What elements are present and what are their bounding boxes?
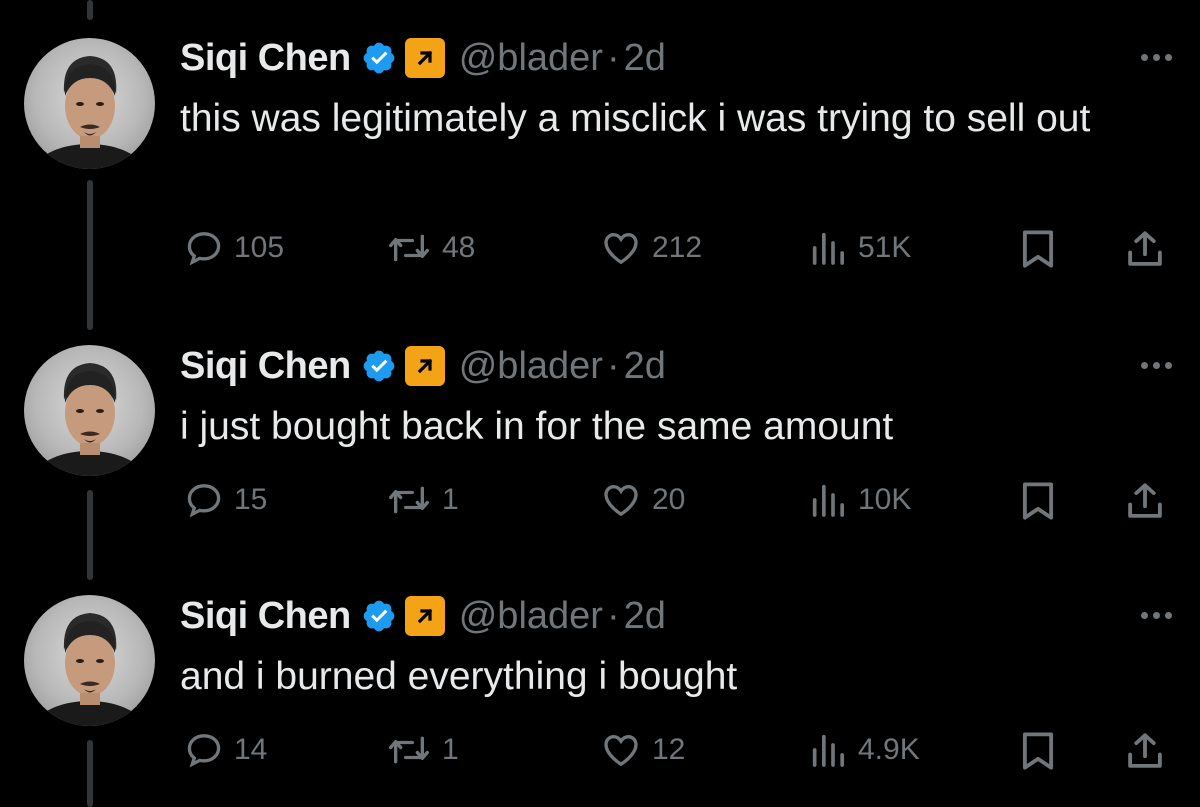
repost-button[interactable]: 1: [386, 480, 459, 520]
bookmark-button[interactable]: [1020, 480, 1056, 522]
share-icon: [1128, 231, 1162, 266]
repost-icon: [388, 486, 429, 514]
reply-icon: [187, 232, 221, 266]
separator: ·: [606, 344, 620, 387]
affiliate-arrow-icon[interactable]: [404, 596, 445, 636]
views-button[interactable]: 10K: [808, 480, 911, 520]
thread-line: [87, 0, 93, 20]
like-count: 20: [652, 483, 686, 516]
bookmark-button[interactable]: [1020, 228, 1056, 270]
views-count: 51K: [858, 231, 912, 264]
tweet-header: Siqi Chen @blader · 2d: [180, 592, 666, 640]
repost-count: 48: [442, 231, 476, 264]
avatar-image: [32, 56, 146, 169]
bookmark-button[interactable]: [1020, 730, 1056, 772]
tweet-text: i just bought back in for the same amoun…: [180, 405, 894, 448]
tweet-header: Siqi Chen @blader · 2d: [180, 34, 666, 82]
reply-icon: [187, 734, 221, 768]
more-icon[interactable]: [1141, 54, 1172, 61]
bookmark-icon: [1022, 230, 1054, 268]
action-bar: 105 48 212 51K: [0, 228, 1200, 268]
share-button[interactable]: [1124, 480, 1166, 522]
views-icon: [812, 232, 844, 265]
more-icon[interactable]: [1141, 362, 1172, 369]
share-button[interactable]: [1124, 228, 1166, 270]
share-icon: [1128, 483, 1162, 518]
repost-count: 1: [442, 733, 459, 766]
bookmark-icon: [1022, 482, 1054, 520]
share-icon: [1128, 733, 1162, 768]
affiliate-arrow-icon[interactable]: [404, 38, 445, 78]
bookmark-icon: [1022, 732, 1054, 770]
views-button[interactable]: 4.9K: [808, 730, 920, 770]
share-button[interactable]: [1124, 730, 1166, 772]
repost-icon: [388, 736, 429, 764]
like-button[interactable]: 12: [600, 730, 685, 770]
tweet-header: Siqi Chen @blader · 2d: [180, 342, 666, 390]
reply-button[interactable]: 15: [184, 480, 267, 520]
more-icon[interactable]: [1141, 612, 1172, 619]
like-button[interactable]: 212: [600, 228, 702, 268]
avatar-image: [32, 363, 146, 476]
like-count: 12: [652, 733, 686, 766]
action-bar: 15 1 20 10K: [0, 480, 1200, 520]
separator: ·: [606, 594, 620, 637]
timestamp[interactable]: 2d: [624, 37, 666, 80]
handle[interactable]: @blader: [459, 345, 603, 388]
views-icon: [812, 734, 844, 767]
verified-badge-icon[interactable]: [361, 348, 397, 384]
affiliate-arrow-icon[interactable]: [404, 346, 445, 386]
verified-badge-icon[interactable]: [361, 598, 397, 634]
like-icon: [604, 484, 638, 517]
like-icon: [604, 232, 638, 265]
reply-button[interactable]: 105: [184, 228, 284, 268]
like-button[interactable]: 20: [600, 480, 685, 520]
reply-count: 14: [234, 733, 268, 766]
timestamp[interactable]: 2d: [624, 345, 666, 388]
reply-count: 105: [234, 231, 285, 264]
views-button[interactable]: 51K: [808, 228, 911, 268]
reply-icon: [187, 484, 221, 518]
repost-count: 1: [442, 483, 459, 516]
views-count: 10K: [858, 483, 912, 516]
display-name[interactable]: Siqi Chen: [180, 345, 351, 388]
separator: ·: [606, 36, 620, 79]
views-count: 4.9K: [858, 733, 920, 766]
verified-badge-icon[interactable]: [361, 40, 397, 76]
display-name[interactable]: Siqi Chen: [180, 595, 351, 638]
timestamp[interactable]: 2d: [624, 595, 666, 638]
handle[interactable]: @blader: [459, 37, 603, 80]
views-icon: [812, 484, 844, 517]
reply-button[interactable]: 14: [184, 730, 267, 770]
tweet-text: this was legitimately a misclick i was t…: [180, 97, 1091, 140]
tweet-text: and i burned everything i bought: [180, 655, 738, 698]
repost-icon: [388, 234, 429, 262]
like-count: 212: [652, 231, 703, 264]
repost-button[interactable]: 48: [386, 228, 475, 268]
avatar[interactable]: [24, 345, 155, 476]
avatar[interactable]: [24, 595, 155, 726]
avatar-image: [32, 613, 146, 726]
reply-count: 15: [234, 483, 268, 516]
repost-button[interactable]: 1: [386, 730, 459, 770]
avatar[interactable]: [24, 38, 155, 169]
action-bar: 14 1 12 4.9K: [0, 730, 1200, 770]
handle[interactable]: @blader: [459, 595, 603, 638]
display-name[interactable]: Siqi Chen: [180, 37, 351, 80]
like-icon: [604, 734, 638, 767]
